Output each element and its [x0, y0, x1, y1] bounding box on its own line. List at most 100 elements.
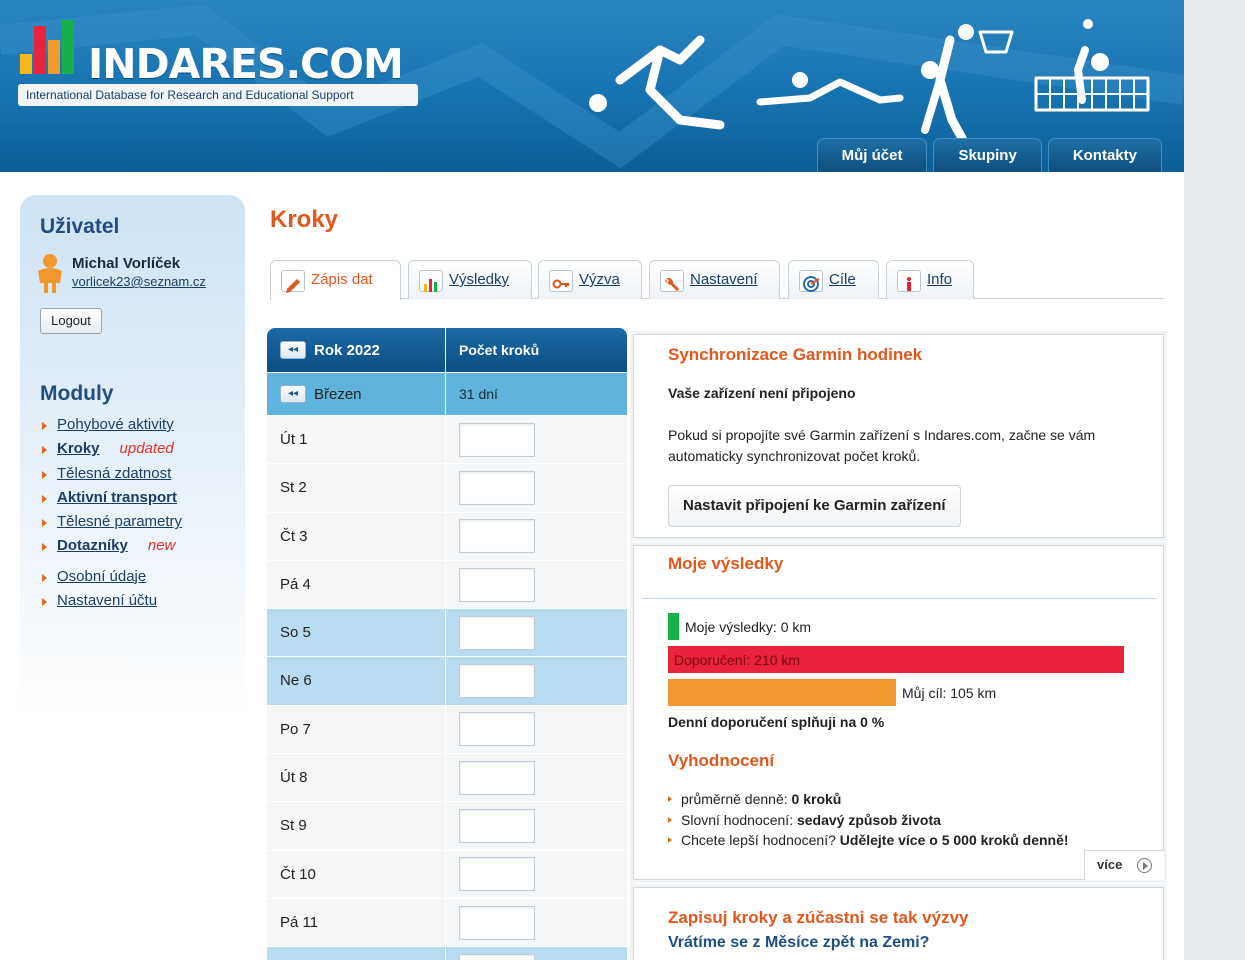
month-row: ◂◂ Březen 31 dní	[267, 373, 627, 416]
month-cell: ◂◂ Březen	[267, 373, 446, 415]
tab-goals[interactable]: Cíle	[788, 260, 879, 299]
tab-info[interactable]: Info	[886, 260, 974, 299]
tab-settings[interactable]: Nastavení	[649, 260, 780, 299]
module-item-physical-activities[interactable]: Pohybové aktivity	[40, 413, 182, 437]
divider	[642, 598, 1156, 599]
module-label: Tělesná zdatnost	[57, 464, 172, 482]
updated-badge: updated	[119, 440, 174, 458]
evaluation-list: průměrně denně: 0 kroků Slovní hodnocení…	[668, 789, 1069, 851]
garmin-title: Synchronizace Garmin hodinek	[668, 345, 923, 364]
recommended-label: Doporučení: 210 km	[674, 652, 801, 668]
module-label: Kroky	[57, 440, 100, 458]
steps-input[interactable]	[459, 519, 535, 554]
modules-heading: Moduly	[40, 382, 114, 405]
modules-list: Pohybové aktivity Kroky updated Tělesná z…	[40, 413, 182, 613]
steps-input[interactable]	[459, 664, 535, 699]
steps-cell	[446, 609, 627, 656]
day-label: St 2	[267, 464, 446, 512]
results-summary: Denní doporučení splňuji na 0 %	[668, 714, 885, 730]
day-label: So 5	[267, 609, 446, 657]
challenge-panel: Zapisuj kroky a zúčastni se tak výzvy Vr…	[633, 887, 1164, 960]
module-item-body-parameters[interactable]: Tělesné parametry	[40, 510, 182, 534]
page: INDARES.COM International Database for R…	[0, 0, 1184, 960]
tab-label: Zápis dat	[311, 271, 373, 288]
user-name: Michal Vorlíček	[72, 255, 181, 272]
challenge-title: Zapisuj kroky a zúčastni se tak výzvy	[668, 908, 969, 927]
eval-value: 0 kroků	[791, 791, 842, 807]
user-email-link[interactable]: vorlicek23@seznam.cz	[72, 274, 206, 289]
logo-bars-icon	[20, 20, 74, 74]
tab-results[interactable]: Výsledky	[408, 260, 532, 299]
window-background	[1184, 0, 1245, 960]
user-icon	[38, 254, 62, 293]
eval-value: Udělejte více o 5 000 kroků denně!	[839, 832, 1069, 848]
day-label: Ne 6	[267, 657, 446, 705]
steps-cell	[446, 754, 627, 801]
nav-groups[interactable]: Skupiny	[933, 138, 1042, 172]
tab-bar: Zápis dat Výsledky Výzva Nastavení Cíle …	[270, 260, 1164, 300]
module-item-active-transport[interactable]: Aktivní transport	[40, 486, 182, 510]
steps-table: ◂◂ Rok 2022 Počet kroků ◂◂ Březen 31 dní Ú…	[267, 328, 627, 960]
tab-label: Info	[927, 271, 953, 288]
steps-cell	[446, 561, 627, 608]
steps-input[interactable]	[459, 760, 535, 795]
evaluation-heading: Vyhodnocení	[668, 751, 775, 770]
table-row: Čt 10	[267, 850, 627, 899]
module-item-account-settings[interactable]: Nastavení účtu	[40, 589, 182, 613]
page-title: Kroky	[270, 206, 339, 233]
garmin-connect-button[interactable]: Nastavit připojení ke Garmin zařízení	[668, 485, 961, 527]
tab-label: Výzva	[579, 271, 620, 288]
day-label: Po 7	[267, 705, 446, 754]
previous-year-button[interactable]: ◂◂	[280, 341, 306, 360]
logout-button[interactable]: Logout	[40, 308, 102, 334]
eval-label: průměrně denně:	[681, 791, 792, 807]
day-label	[267, 947, 446, 960]
day-label: Út 1	[267, 416, 446, 464]
table-header: ◂◂ Rok 2022 Počet kroků	[267, 328, 627, 373]
module-item-fitness[interactable]: Tělesná zdatnost	[40, 462, 182, 486]
nav-my-account[interactable]: Můj účet	[816, 138, 928, 172]
target-icon	[799, 270, 823, 292]
steps-input[interactable]	[459, 857, 535, 892]
more-label: více	[1097, 857, 1123, 872]
day-label: Čt 10	[267, 850, 446, 898]
tab-challenge[interactable]: Výzva	[538, 260, 642, 299]
more-button[interactable]: více	[1084, 850, 1164, 880]
tab-data-entry[interactable]: Zápis dat	[270, 260, 401, 300]
steps-cell	[446, 464, 627, 511]
list-item: průměrně denně: 0 kroků	[668, 789, 1069, 810]
table-row: Čt 3	[267, 512, 627, 561]
my-results-bar	[668, 613, 679, 640]
module-item-steps[interactable]: Kroky updated	[40, 437, 182, 461]
challenge-subtitle[interactable]: Vrátíme se z Měsíce zpět na Zemi?	[668, 934, 929, 952]
steps-input[interactable]	[459, 809, 535, 844]
steps-input[interactable]	[459, 905, 535, 940]
table-row: St 9	[267, 802, 627, 851]
sidebar: Uživatel Michal Vorlíček vorlicek23@sezn…	[20, 195, 245, 715]
module-item-questionnaires[interactable]: Dotazníky new	[40, 534, 182, 558]
steps-input[interactable]	[459, 567, 535, 602]
module-label: Pohybové aktivity	[57, 416, 174, 433]
key-icon	[549, 270, 573, 292]
steps-input[interactable]	[459, 470, 535, 505]
bar-chart-icon	[419, 270, 443, 292]
year-cell: ◂◂ Rok 2022	[267, 328, 446, 372]
module-item-personal-data[interactable]: Osobní údaje	[40, 565, 182, 589]
nav-contacts[interactable]: Kontakty	[1047, 138, 1162, 172]
steps-input[interactable]	[459, 953, 535, 960]
steps-input[interactable]	[459, 422, 535, 457]
table-row: Po 7	[267, 705, 627, 755]
site-header: INDARES.COM International Database for R…	[0, 0, 1184, 172]
tab-label: Cíle	[829, 271, 856, 288]
sports-figures-icon	[589, 19, 1150, 140]
steps-input[interactable]	[459, 615, 535, 650]
garmin-description: Pokud si propojíte své Garmin zařízení s…	[668, 427, 1096, 464]
steps-input[interactable]	[459, 712, 535, 747]
year-label: Rok 2022	[314, 342, 380, 359]
results-title: Moje výsledky	[668, 554, 784, 573]
garmin-sync-panel: Synchronizace Garmin hodinek Vaše zaříze…	[633, 334, 1164, 538]
table-row: Pá 11	[267, 898, 627, 948]
previous-month-button[interactable]: ◂◂	[280, 385, 306, 404]
steps-cell	[446, 851, 627, 898]
logo-title: INDARES.COM	[88, 40, 404, 88]
